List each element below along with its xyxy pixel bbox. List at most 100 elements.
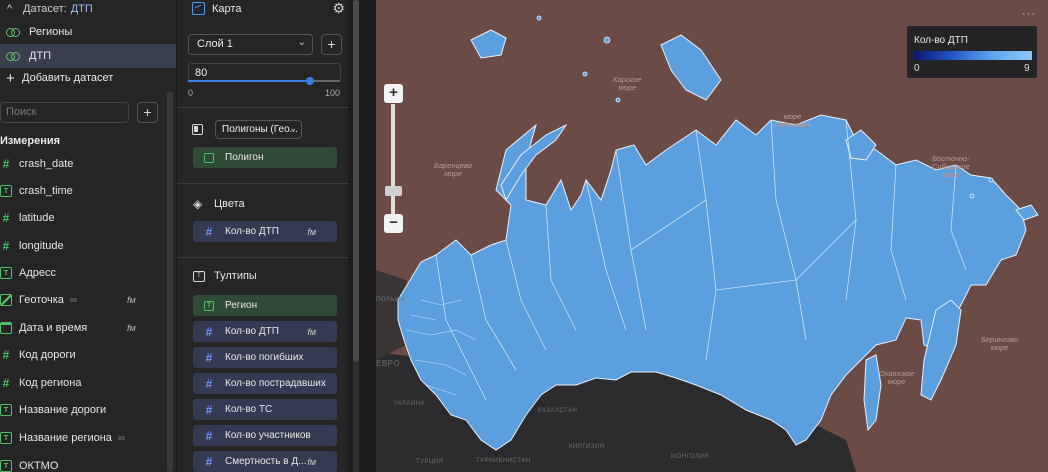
field-item[interactable]: # crash_date [0, 154, 160, 174]
legend-min: 0 [914, 63, 920, 74]
tooltip-chip[interactable]: T Регион [193, 295, 337, 316]
chip-label: Кол-во ДТП [225, 326, 279, 337]
link-icon: ∞ [69, 294, 78, 306]
tooltips-section-header: T Тултипы [193, 270, 257, 282]
geometry-icon [192, 124, 203, 135]
field-item[interactable]: T Адресс [0, 263, 160, 283]
layer-select[interactable]: Слой 1 ⌄ [188, 34, 313, 55]
colors-section-header: ◈ Цвета [193, 197, 245, 211]
field-item[interactable]: Tcrash_time [0, 181, 160, 201]
gear-icon[interactable]: ⚙ [332, 0, 345, 17]
add-field-button[interactable]: + [137, 102, 158, 123]
formula-icon: fм [127, 295, 136, 305]
formula-icon: fм [307, 326, 316, 337]
dataset-item-dtp[interactable]: ДТП [0, 44, 176, 68]
map-label-barents: Баренцево море [434, 161, 472, 178]
chevron-down-icon: ⌄ [297, 37, 306, 48]
franz-josef-polygon [470, 29, 507, 59]
tooltip-chip[interactable]: # Кол-во участников [193, 425, 337, 446]
field-label: Код региона [19, 377, 82, 389]
map-label-europe: ЕВРО [376, 359, 401, 368]
chip-label: Полигон [225, 152, 264, 163]
tooltip-chip[interactable]: # Кол-во ДТП fм [193, 321, 337, 342]
slider-min-label: 0 [188, 88, 194, 98]
layer-select-value: Слой 1 [197, 38, 233, 50]
chevron-up-icon[interactable]: ^ [7, 3, 23, 15]
geometry-field-chip[interactable]: Полигон [193, 147, 337, 168]
chevron-down-icon: ⌄ [289, 123, 297, 133]
settings-scrollbar-thumb[interactable] [353, 0, 359, 362]
legend-max: 9 [1024, 63, 1030, 74]
field-item[interactable]: Геоточка ∞ fм [0, 290, 160, 310]
chip-label: Кол-во погибших [225, 352, 304, 363]
ellipsis-icon[interactable]: ··· [1022, 8, 1036, 20]
map-label-turkmenistan: ТУРКМЕНИСТАН [476, 458, 531, 464]
dataset-icon [6, 27, 20, 37]
field-label: longitude [19, 240, 64, 252]
dataset-header[interactable]: ^ Датасет: ДТП [0, 0, 176, 18]
add-dataset-label: Добавить датасет [22, 72, 114, 84]
plus-icon: + [6, 69, 15, 87]
dataset-item-label: Регионы [29, 26, 73, 38]
field-item[interactable]: T Название региона ∞ [0, 428, 160, 448]
map-label-laptev: море Лаптевых [774, 112, 811, 129]
field-item[interactable]: # Код дороги [0, 345, 160, 365]
islet [536, 15, 542, 21]
field-item[interactable]: # longitude [0, 236, 160, 256]
color-field-chip[interactable]: # Кол-во ДТП fм [193, 221, 337, 242]
zoom-out-button[interactable]: − [384, 214, 403, 233]
zoom-in-button[interactable]: + [384, 84, 403, 103]
field-list-scrollbar[interactable] [167, 92, 173, 472]
zoom-slider-track[interactable] [391, 104, 395, 214]
geo-icon [0, 294, 12, 306]
tooltip-chip[interactable]: # Кол-во погибших [193, 347, 337, 368]
map-label-kyrgyzstan: КИРГИЗИЯ [569, 444, 605, 450]
dataset-item-regions[interactable]: Регионы [0, 20, 176, 44]
map-settings-panel: Карта ⚙ Слой 1 ⌄ + 80 0 100 Полигоны (Ге… [176, 0, 359, 472]
field-label: Геоточка [19, 294, 64, 306]
field-label: Название дороги [19, 404, 107, 416]
map-label-east-siberian: Восточно- Сибирское море [932, 154, 970, 179]
link-icon: ∞ [117, 432, 126, 444]
number-icon: # [205, 454, 213, 469]
geo-icon [204, 152, 214, 163]
map-label-kazakhstan: КАЗАХСТАН [538, 408, 578, 414]
number-icon: # [2, 211, 10, 225]
tooltips-title: Тултипы [214, 270, 257, 282]
field-item[interactable]: T ОКТМО [0, 456, 160, 472]
field-label: crash_time [19, 185, 73, 197]
field-item[interactable]: T Название дороги [0, 400, 160, 420]
map-label-ukraine: УКРАИНА [394, 401, 426, 407]
dataset-header-name: ДТП [70, 3, 93, 15]
text-icon: T [0, 404, 12, 416]
islet [988, 177, 994, 183]
divider [177, 183, 349, 184]
map-label-kara: Карское море [613, 75, 642, 92]
tooltip-chip[interactable]: # Смертность в Д... fм [193, 451, 337, 472]
legend-color-scale [914, 51, 1032, 60]
field-item[interactable]: Дата и время fм [0, 318, 160, 338]
field-item[interactable]: # Код региона [0, 373, 160, 393]
dataset-panel: ^ Датасет: ДТП Регионы ДТП + Добавить да… [0, 0, 176, 472]
opacity-slider-fill[interactable] [188, 80, 310, 82]
field-search-input[interactable]: Поиск [0, 102, 129, 123]
zoom-slider-handle[interactable] [385, 186, 402, 196]
opacity-slider-thumb[interactable] [305, 77, 314, 85]
number-icon: # [2, 157, 10, 171]
map-canvas[interactable]: Карское море море Лаптевых Баренцево мор… [376, 0, 1048, 472]
divider [177, 257, 349, 258]
field-item[interactable]: # latitude [0, 208, 160, 228]
tooltip-chip[interactable]: # Кол-во пострадавших [193, 373, 337, 394]
map-label-okhotsk: Охотское море [879, 369, 915, 386]
geometry-select[interactable]: Полигоны (Гео... ⌄ [215, 120, 302, 139]
opacity-slider-track[interactable] [309, 80, 340, 82]
number-icon: # [205, 428, 213, 443]
legend-title: Кол-во ДТП [914, 35, 968, 46]
field-label: ОКТМО [19, 460, 59, 472]
map-label-turkey: ТУРЦИЯ [416, 459, 444, 465]
tooltip-chip[interactable]: # Кол-во ТС [193, 399, 337, 420]
add-dataset-button[interactable]: + Добавить датасет [0, 68, 113, 88]
add-layer-button[interactable]: + [321, 34, 342, 55]
geometry-row: Полигоны (Гео... ⌄ [192, 120, 302, 139]
chip-label: Смертность в Д... [225, 456, 307, 467]
